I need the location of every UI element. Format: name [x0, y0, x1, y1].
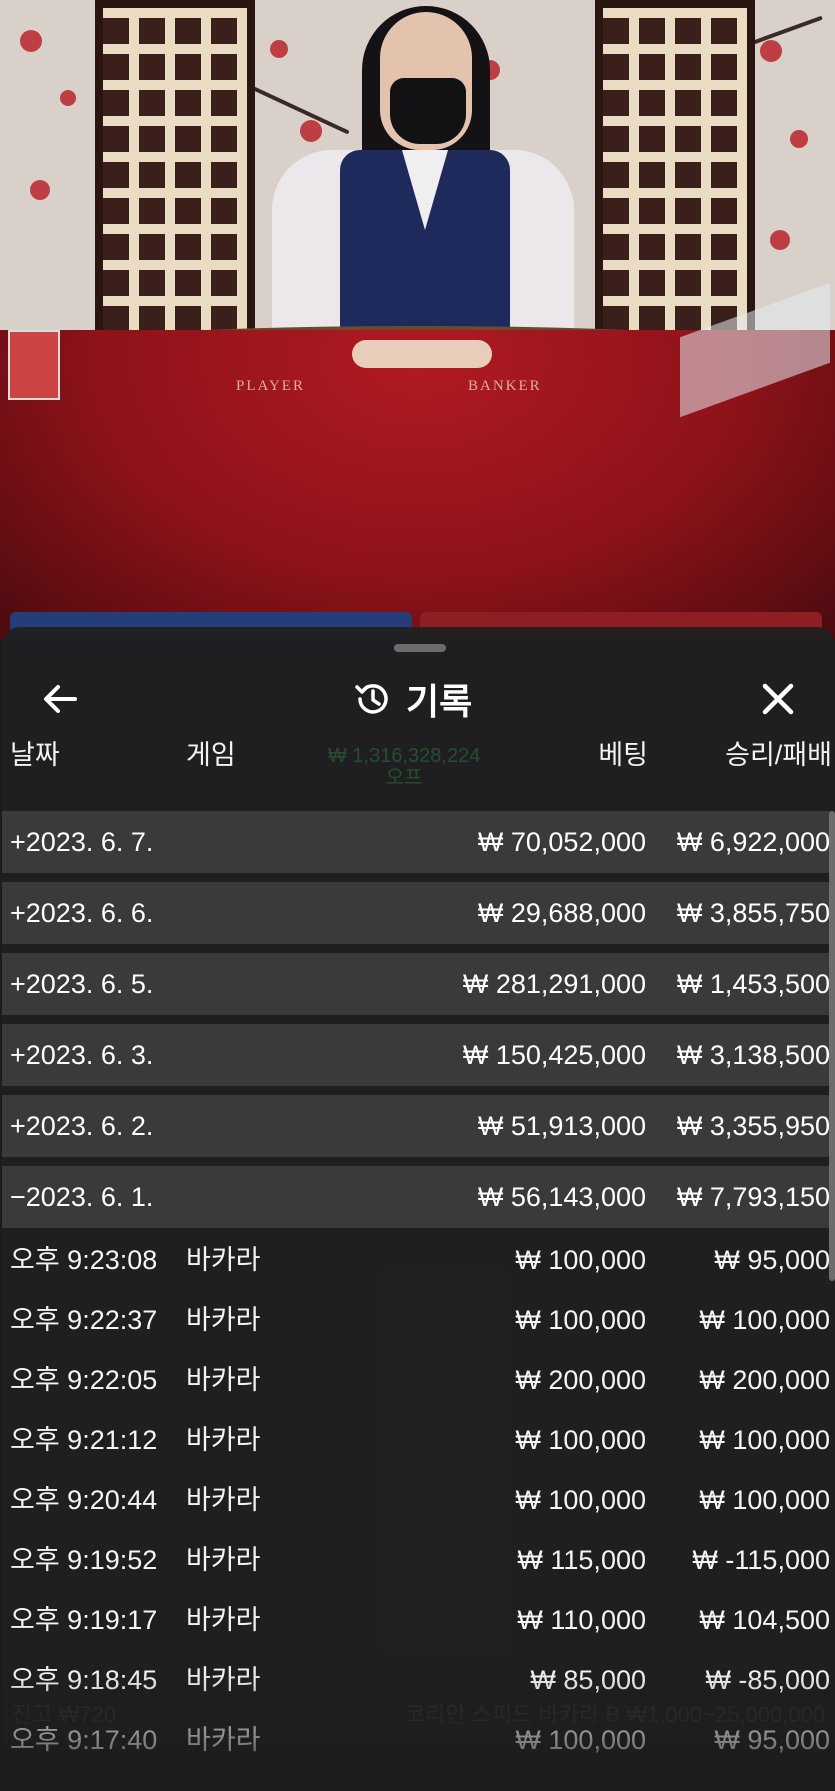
round-row[interactable]: 오후 9:23:08 바카라 ₩ 100,000 ₩ 95,000 [2, 1232, 830, 1288]
sheet-header: 기록 [2, 667, 835, 727]
row-result: ₩ 3,138,500 [676, 1040, 830, 1070]
column-header-date[interactable]: 날짜 [10, 733, 60, 777]
arrow-left-icon [44, 685, 77, 713]
row-result: ₩ 104,500 [699, 1605, 830, 1635]
face-mask [390, 78, 466, 144]
close-button[interactable] [756, 679, 800, 719]
lattice-screen-left [95, 0, 255, 340]
row-result: ₩ 1,453,500 [676, 969, 830, 999]
row-bet: ₩ 70,052,000 [477, 827, 646, 857]
round-row[interactable]: 오후 9:22:37 바카라 ₩ 100,000 ₩ 100,000 [2, 1292, 830, 1348]
row-bet: ₩ 100,000 [515, 1245, 646, 1275]
sheet-drag-handle[interactable] [394, 644, 446, 652]
row-game: 바카라 [186, 1245, 261, 1275]
row-time: 오후 9:20:44 [10, 1485, 158, 1515]
row-game: 바카라 [186, 1605, 261, 1635]
scrollbar[interactable] [829, 811, 835, 1281]
row-result: ₩ -115,000 [692, 1545, 830, 1575]
round-row[interactable]: 오후 9:19:17 바카라 ₩ 110,000 ₩ 104,500 [2, 1592, 830, 1648]
row-result: ₩ 3,355,950 [676, 1111, 830, 1141]
row-date: −2023. 6. 1. [10, 1182, 154, 1212]
row-game: 바카라 [186, 1545, 261, 1575]
history-sheet: 기록 ₩ 1,316,328,224 오프 날짜 게임 베팅 승리/패배 +20… [2, 627, 835, 1791]
underlay-balance: ₩ 1,316,328,224 오프 [328, 745, 481, 789]
row-date: +2023. 6. 7. [10, 827, 154, 857]
row-date: +2023. 6. 3. [10, 1040, 154, 1070]
row-bet: ₩ 115,000 [517, 1545, 646, 1575]
row-game: 바카라 [186, 1305, 261, 1335]
row-result: ₩ 6,922,000 [676, 827, 830, 857]
row-bet: ₩ 51,913,000 [477, 1111, 646, 1141]
row-game: 바카라 [186, 1485, 261, 1515]
day-summary-row[interactable]: +2023. 6. 7. ₩ 70,052,000 ₩ 6,922,000 [2, 811, 830, 873]
row-result: ₩ 100,000 [699, 1485, 830, 1515]
row-bet: ₩ 200,000 [515, 1365, 646, 1395]
row-time: 오후 9:22:37 [10, 1305, 158, 1335]
underlay-balance-text: 잔고 ₩720 [12, 1702, 117, 1727]
round-row[interactable]: 오후 9:20:44 바카라 ₩ 100,000 ₩ 100,000 [2, 1472, 830, 1528]
history-clock-icon [355, 684, 388, 714]
lattice-screen-right [595, 0, 755, 340]
row-bet: ₩ 150,425,000 [462, 1040, 646, 1070]
row-time: 오후 9:21:12 [10, 1425, 158, 1455]
column-header-result[interactable]: 승리/패배 [725, 733, 832, 777]
row-time: 오후 9:22:05 [10, 1365, 158, 1395]
round-row[interactable]: 오후 9:21:12 바카라 ₩ 100,000 ₩ 100,000 [2, 1412, 830, 1468]
close-x-icon [762, 683, 794, 715]
row-bet: ₩ 100,000 [515, 1425, 646, 1455]
column-header-game[interactable]: 게임 [186, 733, 236, 777]
day-summary-row[interactable]: +2023. 6. 5. ₩ 281,291,000 ₩ 1,453,500 [2, 953, 830, 1015]
row-bet: ₩ 100,000 [515, 1485, 646, 1515]
row-result: ₩ 100,000 [699, 1425, 830, 1455]
back-button[interactable] [38, 679, 82, 719]
row-time: 오후 9:23:08 [10, 1245, 158, 1275]
row-bet: ₩ 110,000 [517, 1605, 646, 1635]
day-summary-row[interactable]: −2023. 6. 1. ₩ 56,143,000 ₩ 7,793,150 [2, 1166, 830, 1228]
row-game: 바카라 [186, 1365, 261, 1395]
row-bet: ₩ 281,291,000 [462, 969, 646, 999]
card-deck [8, 330, 60, 400]
row-time: 오후 9:19:52 [10, 1545, 158, 1575]
felt-banker-label: BANKER [468, 378, 542, 394]
row-bet: ₩ 29,688,000 [477, 898, 646, 928]
live-dealer-video: PLAYER BANKER [0, 0, 835, 640]
round-row[interactable]: 오후 9:19:52 바카라 ₩ 115,000 ₩ -115,000 [2, 1532, 830, 1588]
row-result: ₩ 100,000 [699, 1305, 830, 1335]
round-row[interactable]: 오후 9:22:05 바카라 ₩ 200,000 ₩ 200,000 [2, 1352, 830, 1408]
row-result: ₩ 95,000 [714, 1245, 830, 1275]
row-date: +2023. 6. 5. [10, 969, 154, 999]
row-bet: ₩ 56,143,000 [477, 1182, 646, 1212]
day-summary-row[interactable]: +2023. 6. 6. ₩ 29,688,000 ₩ 3,855,750 [2, 882, 830, 944]
felt-player-label: PLAYER [236, 378, 305, 394]
row-time: 오후 9:19:17 [10, 1605, 158, 1635]
row-date: +2023. 6. 6. [10, 898, 154, 928]
row-game: 바카라 [186, 1725, 261, 1755]
underlay-table-info: 코리안 스피드 바카라 B ₩1,000~25,000,000 [404, 1702, 825, 1727]
row-result: ₩ 7,793,150 [676, 1182, 830, 1212]
sheet-title: 기록 [352, 677, 472, 722]
column-header-bet[interactable]: 베팅 [598, 733, 648, 777]
row-date: +2023. 6. 2. [10, 1111, 154, 1141]
row-game: 바카라 [186, 1665, 261, 1695]
row-bet: ₩ 100,000 [515, 1305, 646, 1335]
row-result: ₩ 200,000 [699, 1365, 830, 1395]
page-title: 기록 [406, 681, 473, 722]
day-summary-row[interactable]: +2023. 6. 2. ₩ 51,913,000 ₩ 3,355,950 [2, 1095, 830, 1157]
day-summary-row[interactable]: +2023. 6. 3. ₩ 150,425,000 ₩ 3,138,500 [2, 1024, 830, 1086]
row-game: 바카라 [186, 1425, 261, 1455]
row-result: ₩ 3,855,750 [676, 898, 830, 928]
